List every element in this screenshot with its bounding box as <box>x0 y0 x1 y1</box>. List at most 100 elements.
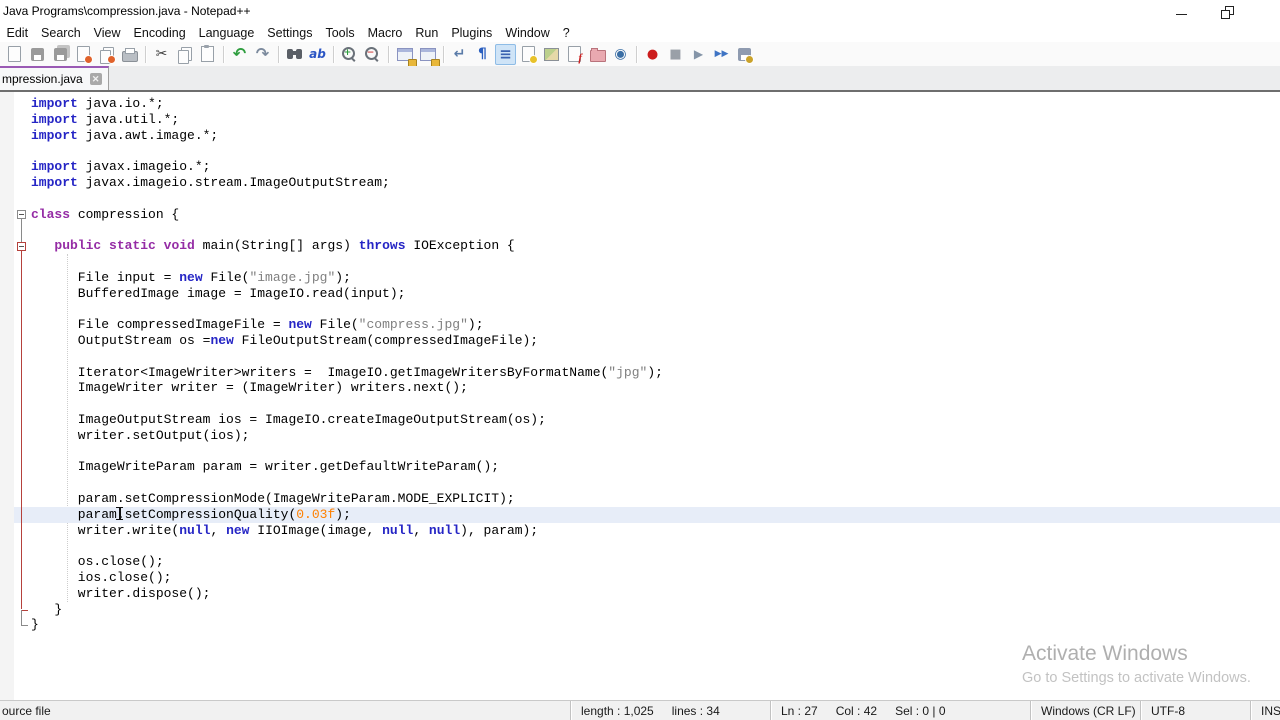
close-all-icon[interactable] <box>96 44 117 65</box>
code-line-2[interactable]: import java.util.*; <box>28 112 1280 128</box>
close-icon[interactable] <box>73 44 94 65</box>
code-line-25[interactable] <box>28 475 1280 491</box>
restore-button[interactable] <box>1204 0 1250 24</box>
code-line-3[interactable]: import java.awt.image.*; <box>28 128 1280 144</box>
fold-rail-corner <box>21 609 28 611</box>
run-macro-multiple-times-icon[interactable]: ▶▶ <box>711 44 732 65</box>
code-line-20[interactable] <box>28 396 1280 412</box>
toolbar-separator <box>223 45 224 63</box>
show-all-characters-icon[interactable]: ¶ <box>472 44 493 65</box>
code-line-12[interactable]: File input = new File("image.jpg"); <box>28 270 1280 286</box>
code-line-27[interactable]: param.setCompressionQuality(0.03f); <box>14 506 1280 523</box>
code-line-1[interactable]: import java.io.*; <box>28 96 1280 112</box>
toolbar-separator <box>333 45 334 63</box>
menu-item-language[interactable]: Language <box>192 24 261 42</box>
fold-marker-class[interactable] <box>17 210 26 219</box>
code-line-22[interactable]: writer.setOutput(ios); <box>28 428 1280 444</box>
code-line-10[interactable]: public static void main(String[] args) t… <box>28 238 1280 254</box>
fold-rail-corner <box>21 625 28 627</box>
menu-item-settings[interactable]: Settings <box>261 24 319 42</box>
code-line-21[interactable]: ImageOutputStream ios = ImageIO.createIm… <box>28 412 1280 428</box>
code-line-6[interactable]: import javax.imageio.stream.ImageOutputS… <box>28 175 1280 191</box>
code-line-28[interactable]: writer.write(null, new IIOImage(image, n… <box>28 523 1280 539</box>
code-line-23[interactable] <box>28 444 1280 460</box>
print-icon[interactable] <box>119 44 140 65</box>
watermark-subtitle: Go to Settings to activate Windows. <box>1022 670 1251 686</box>
play-macro-icon[interactable]: ▶ <box>688 44 709 65</box>
paste-icon[interactable] <box>197 44 218 65</box>
code-line-16[interactable]: OutputStream os =new FileOutputStream(co… <box>28 333 1280 349</box>
menu-item-plugins[interactable]: Plugins <box>445 24 499 42</box>
code-line-24[interactable]: ImageWriteParam param = writer.getDefaul… <box>28 459 1280 475</box>
tab-compression-java[interactable]: mpression.java ✕ <box>0 66 109 90</box>
fold-marker-main[interactable] <box>17 241 26 251</box>
undo-icon[interactable]: ↶ <box>229 44 250 65</box>
badge-dot <box>529 54 538 64</box>
toolbar-separator <box>443 45 444 63</box>
code-line-5[interactable]: import javax.imageio.*; <box>28 159 1280 175</box>
code-line-7[interactable] <box>28 191 1280 207</box>
code-line-8[interactable]: class compression { <box>28 207 1280 223</box>
status-typing-mode: INS <box>1250 701 1280 720</box>
code-line-15[interactable]: File compressedImageFile = new File("com… <box>28 317 1280 333</box>
code-line-26[interactable]: param.setCompressionMode(ImageWriteParam… <box>28 491 1280 507</box>
zoom-out-icon[interactable]: − <box>362 44 383 65</box>
new-file-icon[interactable] <box>4 44 25 65</box>
folder-as-workspace-icon[interactable] <box>587 44 608 65</box>
code-line-9[interactable] <box>28 222 1280 238</box>
record-macro-icon[interactable]: ● <box>642 44 663 65</box>
toolbar-separator <box>278 45 279 63</box>
code-line-14[interactable] <box>28 301 1280 317</box>
menu-item-view[interactable]: View <box>87 24 127 42</box>
status-cursor-position: Ln : 27 Col : 42 Sel : 0 | 0 <box>770 701 1030 720</box>
find-icon[interactable] <box>284 44 305 65</box>
code-line-13[interactable]: BufferedImage image = ImageIO.read(input… <box>28 286 1280 302</box>
redo-icon[interactable]: ↷ <box>252 44 273 65</box>
editor-pane[interactable]: import java.io.*; import java.util.*; impo… <box>0 92 1280 700</box>
menu-item-encoding[interactable]: Encoding <box>127 24 192 42</box>
define-language-icon[interactable] <box>518 44 539 65</box>
code-area[interactable]: import java.io.*; import java.util.*; impo… <box>14 96 1280 633</box>
status-eol-format: Windows (CR LF) <box>1030 701 1140 720</box>
copy-icon[interactable] <box>174 44 195 65</box>
menu-item-macro[interactable]: Macro <box>361 24 409 42</box>
toolbar: ✂ ↶ ↷ ab + − ↵ ¶ ≡ f ◉ ● ■ ▶ ▶▶ <box>0 42 1280 67</box>
sync-vertical-scroll-icon[interactable] <box>394 44 417 67</box>
code-line-29[interactable] <box>28 538 1280 554</box>
code-line-33[interactable]: } <box>28 602 1280 618</box>
code-line-31[interactable]: ios.close(); <box>28 570 1280 586</box>
indent-guide-icon[interactable]: ≡ <box>495 43 516 65</box>
save-all-icon[interactable] <box>50 44 71 65</box>
menu-item-window[interactable]: Window <box>499 24 556 42</box>
code-line-18[interactable]: Iterator<ImageWriter>writers = ImageIO.g… <box>28 365 1280 381</box>
stop-macro-icon[interactable]: ■ <box>665 44 686 65</box>
code-line-30[interactable]: os.close(); <box>28 554 1280 570</box>
status-bar: ource file length : 1,025 lines : 34 Ln : … <box>0 700 1280 720</box>
code-line-11[interactable] <box>28 254 1280 270</box>
restore-icon <box>1220 5 1234 19</box>
code-line-32[interactable]: writer.dispose(); <box>28 586 1280 602</box>
save-recorded-macro-icon[interactable] <box>734 44 755 65</box>
code-line-34[interactable]: } <box>28 617 1280 633</box>
status-doc-type: ource file <box>2 703 51 718</box>
menu-item-tools[interactable]: Tools <box>319 24 361 42</box>
menu-item-help[interactable]: ? <box>556 24 576 42</box>
zoom-in-icon[interactable]: + <box>339 44 360 65</box>
save-icon[interactable] <box>27 44 48 65</box>
mouse-ibeam-cursor <box>115 507 124 520</box>
code-line-4[interactable] <box>28 143 1280 159</box>
tab-close-icon[interactable]: ✕ <box>89 73 102 85</box>
sync-horizontal-scroll-icon[interactable] <box>417 44 440 67</box>
minimize-button[interactable] <box>1158 0 1204 24</box>
cut-icon[interactable]: ✂ <box>151 44 172 65</box>
replace-icon[interactable]: ab <box>307 44 328 65</box>
word-wrap-icon[interactable]: ↵ <box>449 44 470 65</box>
menu-item-search[interactable]: Search <box>35 24 88 42</box>
function-list-icon[interactable]: f <box>564 44 585 65</box>
document-map-icon[interactable] <box>541 44 562 65</box>
code-line-19[interactable]: ImageWriter writer = (ImageWriter) write… <box>28 380 1280 396</box>
menu-item-edit[interactable]: Edit <box>0 24 35 42</box>
code-line-17[interactable] <box>28 349 1280 365</box>
monitoring-icon[interactable]: ◉ <box>610 44 631 65</box>
menu-item-run[interactable]: Run <box>409 24 445 42</box>
